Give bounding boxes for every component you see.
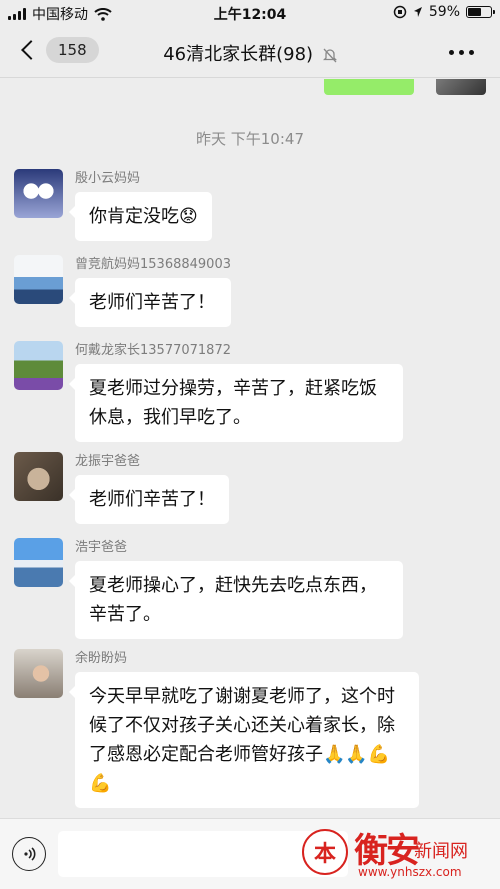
avatar[interactable] (14, 169, 63, 218)
more-options-button[interactable] (449, 50, 474, 55)
sender-name: 龙振宇爸爸 (75, 454, 141, 469)
watermark-subtitle: 新闻网 (414, 841, 468, 862)
message-body: 余盼盼妈 今天早早就吃了谢谢夏老师了，这个时候了不仅对孩子关心还关心着家长，除了… (69, 649, 419, 808)
watermark-emblem: 本 (302, 829, 348, 875)
message-bubble[interactable]: 老师们辛苦了！ (69, 475, 229, 524)
chat-title: 46清北家长群(98) (0, 40, 500, 66)
nav-bar: 158 46清北家长群(98) (0, 26, 500, 78)
own-message-bubble-partial (324, 79, 414, 95)
chat-timestamp: 昨天 下午10:47 (196, 130, 304, 148)
status-bar: 中国移动 上午12:04 59% (0, 0, 500, 26)
sender-name: 余盼盼妈 (75, 651, 128, 666)
rotation-lock-icon (393, 5, 407, 19)
message-bubble[interactable]: 今天早早就吃了谢谢夏老师了，这个时候了不仅对孩子关心还关心着家长，除了感恩必定配… (69, 672, 419, 808)
message-bubble[interactable]: 你肯定没吃😟 (69, 192, 212, 241)
avatar[interactable] (14, 341, 63, 390)
sender-name: 何戴龙家长13577071872 (75, 343, 231, 358)
avatar[interactable] (14, 452, 63, 501)
message-bubble[interactable]: 老师们辛苦了！ (69, 278, 231, 327)
avatar[interactable] (14, 538, 63, 587)
input-bar: 本 衡安 新闻网 www.ynhszx.com (0, 818, 500, 889)
message-item: 龙振宇爸爸 老师们辛苦了！ (14, 452, 229, 524)
voice-input-button[interactable] (12, 837, 46, 871)
voice-icon (24, 847, 36, 861)
battery-percent: 59% (428, 4, 460, 20)
site-watermark: 本 衡安 新闻网 www.ynhszx.com (302, 823, 492, 883)
sender-name: 浩宇爸爸 (75, 540, 128, 555)
chat-history[interactable]: 昨天 下午10:47 殷小云妈妈 你肯定没吃😟 曾竞航妈妈15368849003… (0, 79, 500, 818)
avatar[interactable] (14, 255, 63, 304)
chat-title-text: 46清北家长群(98) (163, 44, 314, 65)
message-item: 余盼盼妈 今天早早就吃了谢谢夏老师了，这个时候了不仅对孩子关心还关心着家长，除了… (14, 649, 419, 808)
message-bubble[interactable]: 夏老师操心了，赶快先去吃点东西，辛苦了。 (69, 561, 403, 639)
battery-fill (468, 8, 481, 16)
status-right: 59% (393, 4, 495, 20)
sender-name: 殷小云妈妈 (75, 171, 141, 186)
own-avatar-partial[interactable] (436, 79, 486, 95)
avatar[interactable] (14, 649, 63, 698)
watermark-url: www.ynhszx.com (358, 865, 462, 879)
message-bubble[interactable]: 夏老师过分操劳，辛苦了，赶紧吃饭休息，我们早吃了。 (69, 364, 403, 442)
message-item: 曾竞航妈妈15368849003 老师们辛苦了！ (14, 255, 231, 327)
mute-bell-icon (322, 48, 337, 62)
message-item: 殷小云妈妈 你肯定没吃😟 (14, 169, 212, 241)
message-body: 龙振宇爸爸 老师们辛苦了！ (69, 452, 229, 524)
message-item: 浩宇爸爸 夏老师操心了，赶快先去吃点东西，辛苦了。 (14, 538, 403, 639)
location-icon (413, 7, 422, 17)
sender-name: 曾竞航妈妈15368849003 (75, 257, 231, 272)
battery-icon (466, 6, 495, 18)
message-body: 何戴龙家长13577071872 夏老师过分操劳，辛苦了，赶紧吃饭休息，我们早吃… (69, 341, 403, 442)
message-body: 浩宇爸爸 夏老师操心了，赶快先去吃点东西，辛苦了。 (69, 538, 403, 639)
message-body: 曾竞航妈妈15368849003 老师们辛苦了！ (69, 255, 231, 327)
message-item: 何戴龙家长13577071872 夏老师过分操劳，辛苦了，赶紧吃饭休息，我们早吃… (14, 341, 403, 442)
message-body: 殷小云妈妈 你肯定没吃😟 (69, 169, 212, 241)
